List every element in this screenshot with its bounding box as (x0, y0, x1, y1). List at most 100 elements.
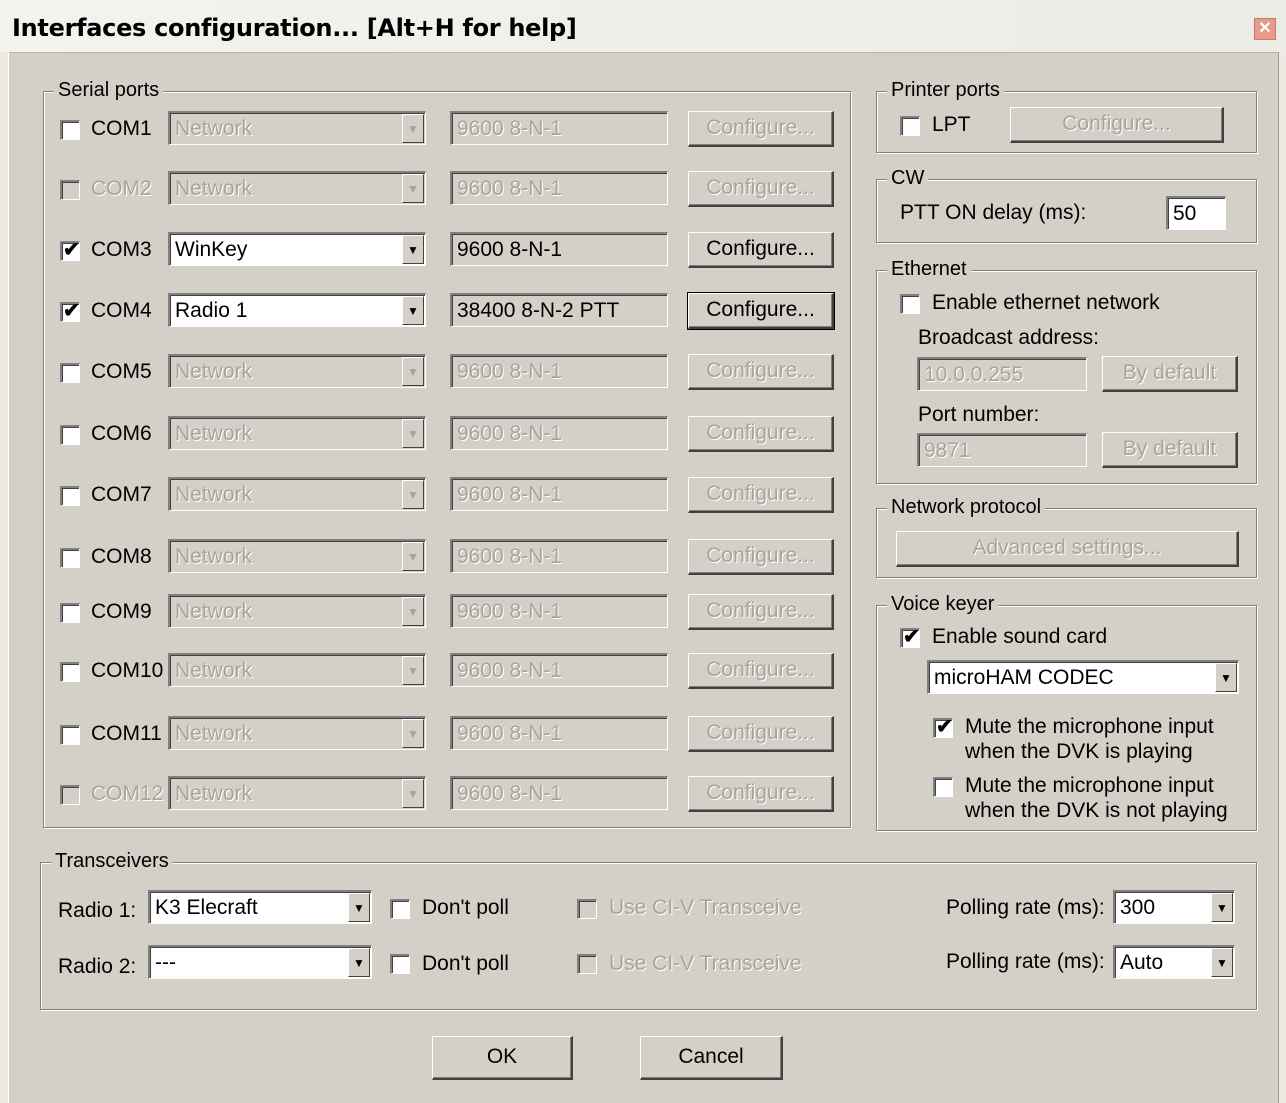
lpt-checkbox[interactable] (900, 116, 920, 136)
radio-1-dont-poll-label: Don't poll (422, 896, 509, 919)
chevron-down-icon: ▼ (1215, 663, 1237, 692)
com11-settings-value: 9600 8-N-1 (457, 722, 563, 745)
ptt-delay-input[interactable]: 50 (1166, 196, 1226, 230)
chevron-down-icon: ▼ (402, 114, 424, 143)
sound-card-select[interactable]: microHAM CODEC ▼ (927, 660, 1239, 694)
com8-label: COM8 (91, 545, 152, 568)
broadcast-address-value: 10.0.0.255 (924, 363, 1024, 386)
radio-2-polling-select[interactable]: Auto ▼ (1113, 945, 1235, 979)
com12-label: COM12 (91, 782, 164, 805)
com2-settings-field: 9600 8-N-1 (450, 171, 668, 205)
com5-device-select[interactable]: Network ▼ (168, 354, 426, 388)
com1-checkbox[interactable] (60, 120, 80, 140)
radio-1-model-select[interactable]: K3 Elecraft ▼ (148, 890, 372, 924)
com8-checkbox[interactable] (60, 548, 80, 568)
com10-checkbox[interactable] (60, 662, 80, 682)
com4-settings-field: 38400 8-N-2 PTT (450, 293, 668, 327)
radio-1-model-value: K3 Elecraft (155, 896, 258, 919)
com2-label: COM2 (91, 177, 152, 200)
com8-configure-button[interactable]: Configure... (688, 539, 834, 575)
broadcast-default-button[interactable]: By default (1102, 356, 1238, 392)
com1-settings-value: 9600 8-N-1 (457, 117, 563, 140)
check-icon: ✔ (903, 626, 920, 648)
com1-device-select[interactable]: Network ▼ (168, 111, 426, 145)
com5-configure-button[interactable]: Configure... (688, 354, 834, 390)
enable-ethernet-checkbox[interactable] (900, 294, 920, 314)
com10-configure-button[interactable]: Configure... (688, 653, 834, 689)
broadcast-address-input[interactable]: 10.0.0.255 (917, 357, 1087, 391)
com6-configure-button[interactable]: Configure... (688, 416, 834, 452)
radio-1-dont-poll-checkbox[interactable] (390, 899, 410, 919)
cw-label: CW (887, 167, 929, 190)
com11-configure-button[interactable]: Configure... (688, 716, 834, 752)
com8-device-select[interactable]: Network ▼ (168, 539, 426, 573)
com1-configure-button[interactable]: Configure... (688, 111, 834, 147)
com2-configure-button[interactable]: Configure... (688, 171, 834, 207)
com12-device-select[interactable]: Network ▼ (168, 776, 426, 810)
com7-settings-field: 9600 8-N-1 (450, 477, 668, 511)
radio-1-label: Radio 1: (58, 899, 137, 922)
com6-device-select[interactable]: Network ▼ (168, 416, 426, 450)
com3-device-select[interactable]: WinKey ▼ (168, 232, 426, 266)
com9-settings-value: 9600 8-N-1 (457, 600, 563, 623)
com11-device-select[interactable]: Network ▼ (168, 716, 426, 750)
chevron-down-icon: ▼ (402, 480, 424, 509)
com3-checkbox[interactable]: ✔ (60, 239, 80, 261)
com9-device-select[interactable]: Network ▼ (168, 594, 426, 628)
com2-device-select[interactable]: Network ▼ (168, 171, 426, 205)
window-title: Interfaces configuration... [Alt+H for h… (12, 14, 577, 42)
com5-checkbox[interactable] (60, 363, 80, 383)
com4-device-value: Radio 1 (175, 299, 248, 322)
com3-configure-button[interactable]: Configure... (688, 232, 834, 268)
com10-settings-field: 9600 8-N-1 (450, 653, 668, 687)
com7-checkbox[interactable] (60, 486, 80, 506)
transceivers-label: Transceivers (51, 850, 173, 873)
close-icon[interactable]: ✕ (1254, 18, 1276, 40)
com10-device-select[interactable]: Network ▼ (168, 653, 426, 687)
com9-checkbox[interactable] (60, 603, 80, 623)
serial-ports-label: Serial ports (54, 79, 164, 102)
com12-checkbox[interactable] (60, 785, 80, 805)
radio-2-civ-checkbox[interactable] (577, 954, 597, 974)
com2-settings-value: 9600 8-N-1 (457, 177, 563, 200)
ptt-delay-value: 50 (1173, 202, 1197, 225)
com3-label: COM3 (91, 238, 152, 261)
radio-1-polling-select[interactable]: 300 ▼ (1113, 890, 1235, 924)
radio-2-dont-poll-checkbox[interactable] (390, 954, 410, 974)
title-bar: Interfaces configuration... [Alt+H for h… (0, 0, 1286, 53)
com4-configure-button[interactable]: Configure... (687, 292, 835, 330)
window-frame-right (1278, 52, 1286, 1103)
com7-device-select[interactable]: Network ▼ (168, 477, 426, 511)
cancel-button[interactable]: Cancel (640, 1036, 783, 1080)
port-number-input[interactable]: 9871 (917, 433, 1087, 467)
chevron-down-icon: ▼ (402, 235, 424, 264)
com6-checkbox[interactable] (60, 425, 80, 445)
mute-not-playing-checkbox[interactable] (933, 777, 953, 797)
com4-checkbox[interactable]: ✔ (60, 300, 80, 322)
ok-button[interactable]: OK (432, 1036, 573, 1080)
com3-device-value: WinKey (175, 238, 248, 261)
radio-2-model-select[interactable]: --- ▼ (148, 945, 372, 979)
com1-label: COM1 (91, 117, 152, 140)
com4-device-select[interactable]: Radio 1 ▼ (168, 293, 426, 327)
radio-2-polling-value: Auto (1120, 951, 1164, 974)
com9-configure-button[interactable]: Configure... (688, 594, 834, 630)
com11-checkbox[interactable] (60, 725, 80, 745)
com9-device-value: Network (175, 600, 253, 623)
com2-checkbox[interactable] (60, 180, 80, 200)
mute-playing-checkbox[interactable]: ✔ (933, 716, 953, 738)
chevron-down-icon: ▼ (402, 719, 424, 748)
com8-settings-field: 9600 8-N-1 (450, 539, 668, 573)
com7-configure-button[interactable]: Configure... (688, 477, 834, 513)
port-number-value: 9871 (924, 439, 971, 462)
radio-1-civ-checkbox[interactable] (577, 899, 597, 919)
com12-configure-button[interactable]: Configure... (688, 776, 834, 812)
lpt-configure-button[interactable]: Configure... (1010, 107, 1224, 143)
mute-not-playing-label-line2: when the DVK is not playing (965, 799, 1228, 822)
port-default-button[interactable]: By default (1102, 432, 1238, 468)
com11-settings-field: 9600 8-N-1 (450, 716, 668, 750)
enable-sound-card-checkbox[interactable]: ✔ (900, 626, 920, 648)
advanced-settings-button[interactable]: Advanced settings... (896, 531, 1239, 567)
printer-ports-label: Printer ports (887, 79, 1004, 102)
com9-settings-field: 9600 8-N-1 (450, 594, 668, 628)
